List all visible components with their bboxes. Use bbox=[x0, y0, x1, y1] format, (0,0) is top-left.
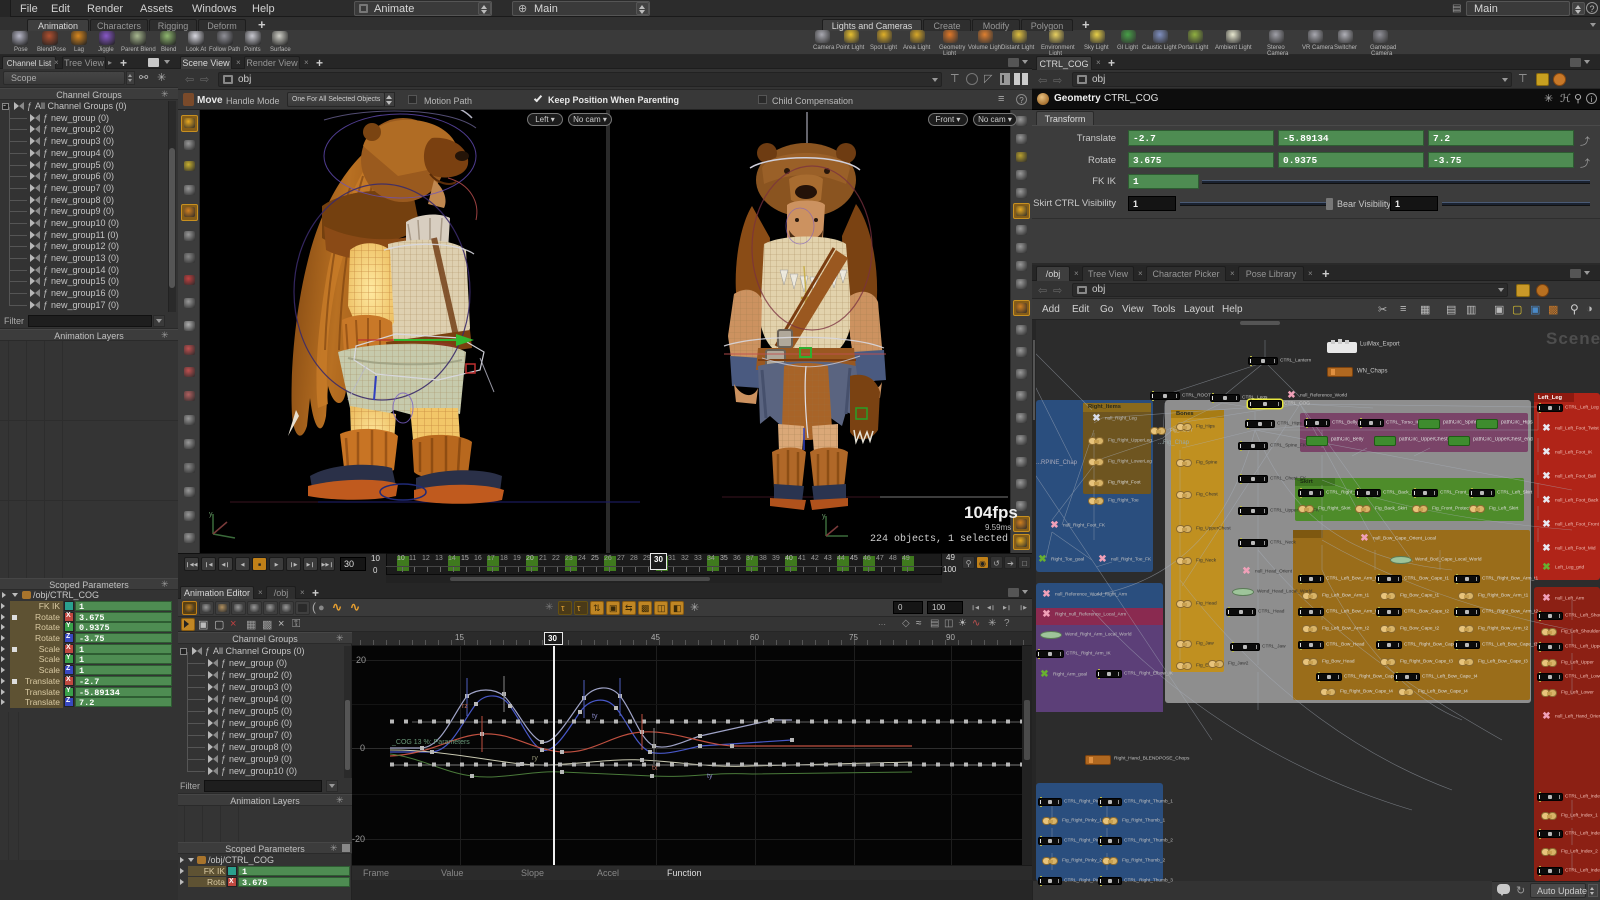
svg-text:ty: ty bbox=[707, 773, 713, 780]
svg-text:ry: ry bbox=[532, 755, 538, 762]
svg-text:ty: ty bbox=[592, 713, 598, 720]
svg-text:y: y bbox=[209, 511, 213, 518]
svg-text:y: y bbox=[822, 513, 826, 520]
svg-text:rz: rz bbox=[462, 703, 468, 710]
svg-text:tx: tx bbox=[652, 765, 658, 772]
svg-text:_COG 13 %: Parameters: _COG 13 %: Parameters bbox=[391, 739, 470, 746]
